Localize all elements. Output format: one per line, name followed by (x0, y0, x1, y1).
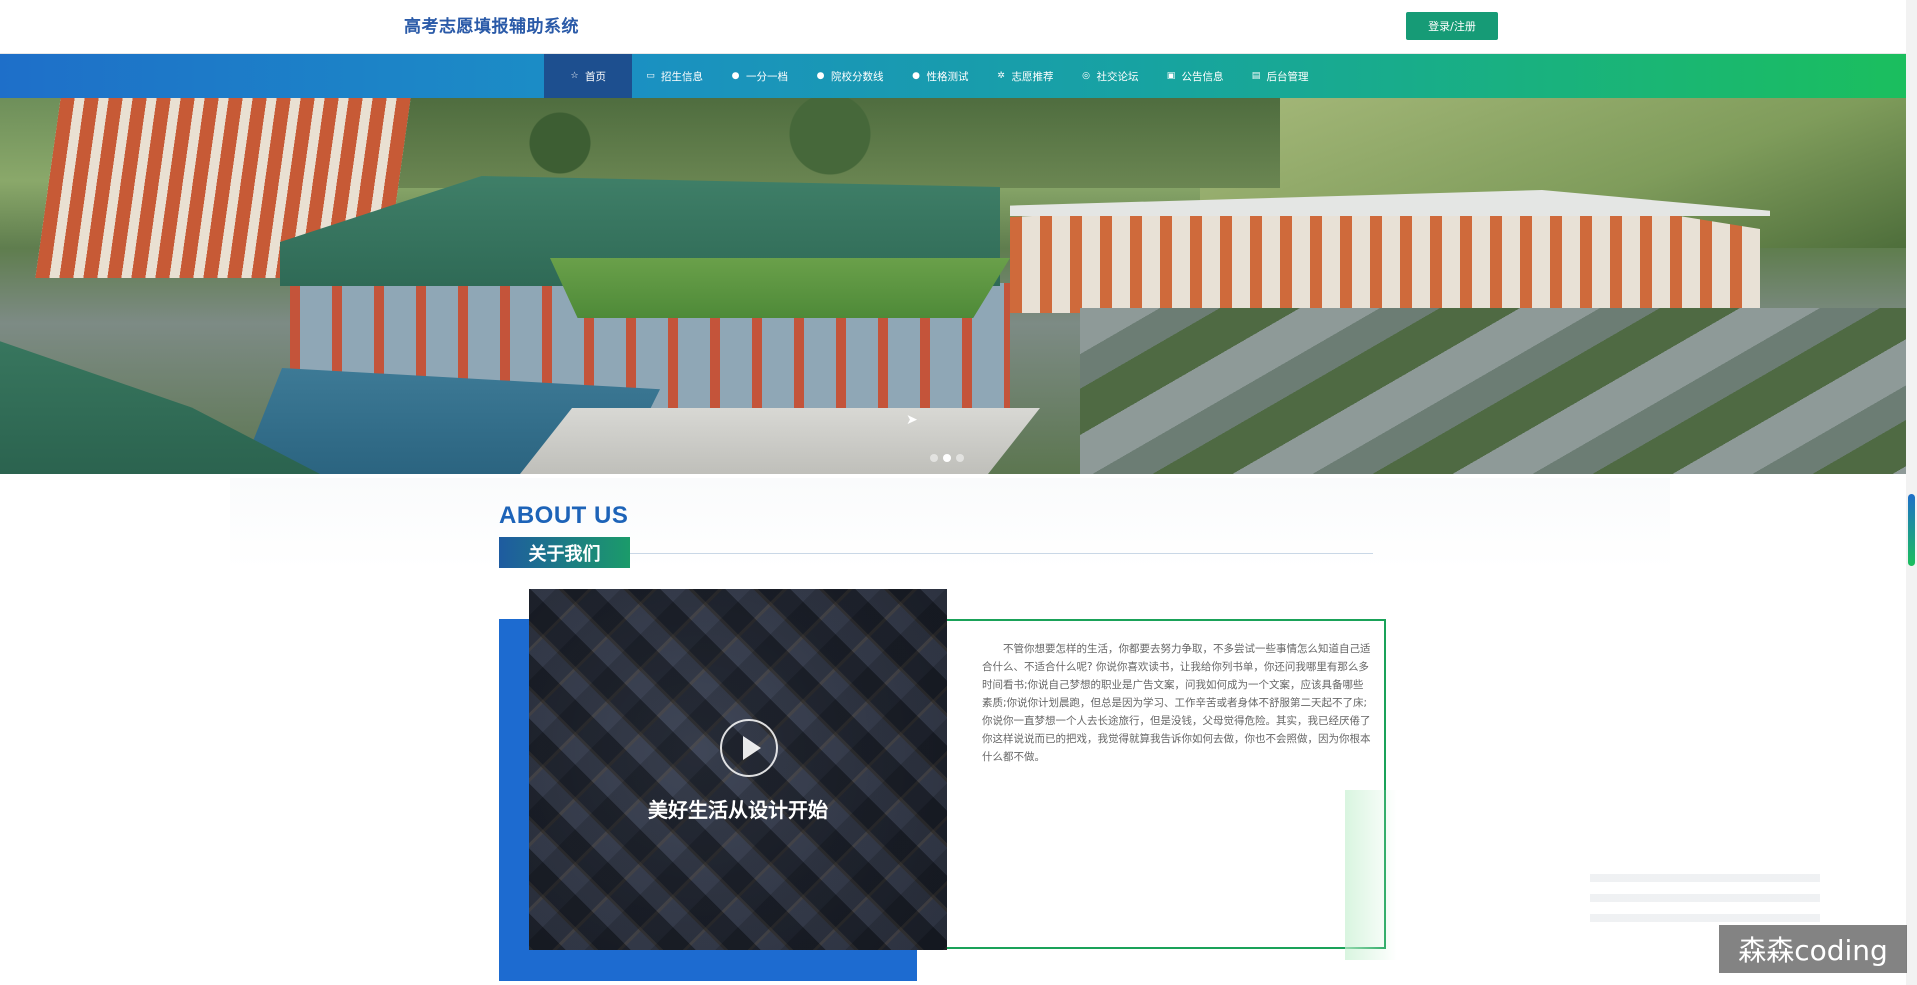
nav-item-label: 性格测试 (926, 70, 969, 83)
info-icon: ● (912, 70, 920, 81)
about-title-cn: 关于我们 (499, 537, 630, 568)
star-icon: ☆ (570, 70, 579, 81)
video-caption: 美好生活从设计开始 (648, 798, 828, 822)
nav-item-5[interactable]: ✲ 志愿推荐 (983, 54, 1068, 98)
hero-banner-carousel[interactable]: ➤ (0, 98, 1906, 474)
banner-roof-garden (550, 258, 1010, 318)
nav-item-label: 后台管理 (1266, 70, 1309, 83)
gear-icon: ✲ (997, 70, 1005, 81)
camera-icon: ▣ (1166, 70, 1176, 81)
about-text-card: 不管你想要怎样的生活，你都要去努力争取，不多尝试一些事情怎么知道自己适合什么、不… (947, 619, 1386, 949)
nav-item-7[interactable]: ▣ 公告信息 (1153, 54, 1238, 98)
login-register-button[interactable]: 登录/注册 (1406, 12, 1498, 40)
carousel-dot[interactable] (956, 454, 964, 462)
nav-item-3[interactable]: ● 院校分数线 (802, 54, 898, 98)
document-icon: ▤ (1251, 70, 1261, 81)
carousel-dot[interactable] (943, 454, 951, 462)
play-icon[interactable] (720, 719, 778, 777)
banner-trees (380, 98, 1280, 188)
nav-item-label: 公告信息 (1181, 70, 1224, 83)
banner-left-roof (0, 341, 320, 474)
page-scrollbar[interactable] (1906, 0, 1917, 985)
nav-item-1[interactable]: ▭ 招生信息 (632, 54, 717, 98)
card-glow-decoration (1345, 790, 1397, 960)
carousel-dot[interactable] (930, 454, 938, 462)
watermark: 森森coding (1719, 925, 1907, 973)
banner-low-blocks (1080, 308, 1906, 474)
page: 高考志愿填报辅助系统 登录/注册 ☆ 首页 ▭ 招生信息 ● 一分一档 ● 院校分数线 ● 性格测… (0, 0, 1917, 985)
nav-item-6[interactable]: ◎ 社交论坛 (1068, 54, 1153, 98)
circle-icon: ● (731, 70, 740, 81)
nav-item-4[interactable]: ● 性格测试 (898, 54, 983, 98)
banner-plaza (520, 408, 1040, 474)
nav-item-label: 院校分数线 (831, 70, 884, 83)
nav-item-2[interactable]: ● 一分一档 (717, 54, 802, 98)
site-title[interactable]: 高考志愿填报辅助系统 (404, 12, 579, 37)
about-title-en: ABOUT US (499, 502, 629, 529)
about-header-background (230, 478, 1670, 570)
about-video[interactable]: 美好生活从设计开始 (529, 589, 947, 950)
nav-item-label: 社交论坛 (1096, 70, 1139, 83)
scrollbar-thumb[interactable] (1908, 494, 1915, 566)
about-divider (630, 553, 1373, 554)
top-header: 高考志愿填报辅助系统 登录/注册 (0, 0, 1917, 54)
about-body-text: 不管你想要怎样的生活，你都要去努力争取，不多尝试一些事情怎么知道自己适合什么、不… (982, 643, 1371, 763)
nav-item-label: 志愿推荐 (1011, 70, 1054, 83)
nav-item-label: 一分一档 (746, 70, 788, 83)
mouse-cursor-icon: ➤ (906, 411, 918, 427)
nav-list: ☆ 首页 ▭ 招生信息 ● 一分一档 ● 院校分数线 ● 性格测试 ✲ 志愿推荐 ◎ 社交论坛 ▣ 公告信息 ▤… (544, 54, 1323, 98)
circle-icon: ● (816, 70, 825, 81)
nav-item-0[interactable]: ☆ 首页 (544, 54, 632, 98)
main-nav: ☆ 首页 ▭ 招生信息 ● 一分一档 ● 院校分数线 ● 性格测试 ✲ 志愿推荐 ◎ 社交论坛 ▣ 公告信息 ▤… (0, 54, 1917, 98)
clipboard-icon: ▭ (646, 70, 655, 81)
nav-item-label: 首页 (585, 70, 606, 83)
faint-overlay-text (1590, 874, 1820, 924)
carousel-indicators (930, 454, 964, 462)
nav-item-label: 招生信息 (661, 70, 703, 83)
globe-icon: ◎ (1082, 70, 1090, 81)
nav-item-8[interactable]: ▤ 后台管理 (1238, 54, 1323, 98)
